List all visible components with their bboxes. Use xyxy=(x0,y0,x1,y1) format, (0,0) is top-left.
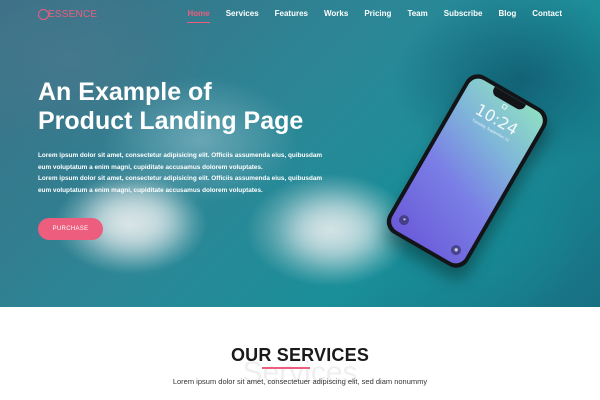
phone-mockup: 10:24 Tuesday, September 12 ✦ ◉ xyxy=(381,69,553,273)
lock-icon xyxy=(501,103,509,111)
brand-logo[interactable]: ESSENCE xyxy=(38,8,97,20)
nav-item-works[interactable]: Works xyxy=(316,9,356,19)
nav-item-contact[interactable]: Contact xyxy=(524,9,570,19)
hero-description-line: eum voluptatum a enim magni, cupiditate … xyxy=(38,163,263,171)
hero-title: An Example of Product Landing Page xyxy=(38,78,338,136)
flashlight-icon: ✦ xyxy=(397,213,411,227)
hero-background-blob xyxy=(90,190,180,250)
main-nav: Home Services Features Works Pricing Tea… xyxy=(179,9,570,23)
hero-description-line: Lorem ipsum dolor sit amet, consectetur … xyxy=(38,175,323,182)
nav-item-blog[interactable]: Blog xyxy=(490,9,524,19)
nav-item-services[interactable]: Services xyxy=(218,9,267,19)
nav-item-team[interactable]: Team xyxy=(399,9,435,19)
hero-background-blob xyxy=(290,200,380,260)
nav-item-home[interactable]: Home xyxy=(179,9,217,23)
hero-title-line: Product Landing Page xyxy=(38,107,304,135)
services-title: OUR SERVICES xyxy=(230,345,370,365)
services-subtitle: Lorem ipsum dolor sit amet, consectetuer… xyxy=(172,377,428,386)
nav-item-pricing[interactable]: Pricing xyxy=(356,9,399,19)
services-title-underline xyxy=(262,367,310,369)
brand-name: ESSENCE xyxy=(48,8,98,20)
camera-icon: ◉ xyxy=(449,243,463,257)
hero-description-line: eum voluptatum a enim magni, cupiditate … xyxy=(38,186,263,194)
phone-screen: 10:24 Tuesday, September 12 ✦ ◉ xyxy=(387,74,547,268)
hero-description-line: Lorem ipsum dolor sit amet, consectetur … xyxy=(38,152,323,159)
hero-title-line: An Example of xyxy=(38,78,212,106)
nav-item-features[interactable]: Features xyxy=(267,9,316,19)
purchase-button[interactable]: PURCHASE xyxy=(38,218,103,240)
hero-section: ESSENCE Home Services Features Works Pri… xyxy=(0,0,600,307)
hero-description: Lorem ipsum dolor sit amet, consectetur … xyxy=(38,150,338,196)
nav-item-subscribe[interactable]: Subscribe xyxy=(436,9,491,19)
